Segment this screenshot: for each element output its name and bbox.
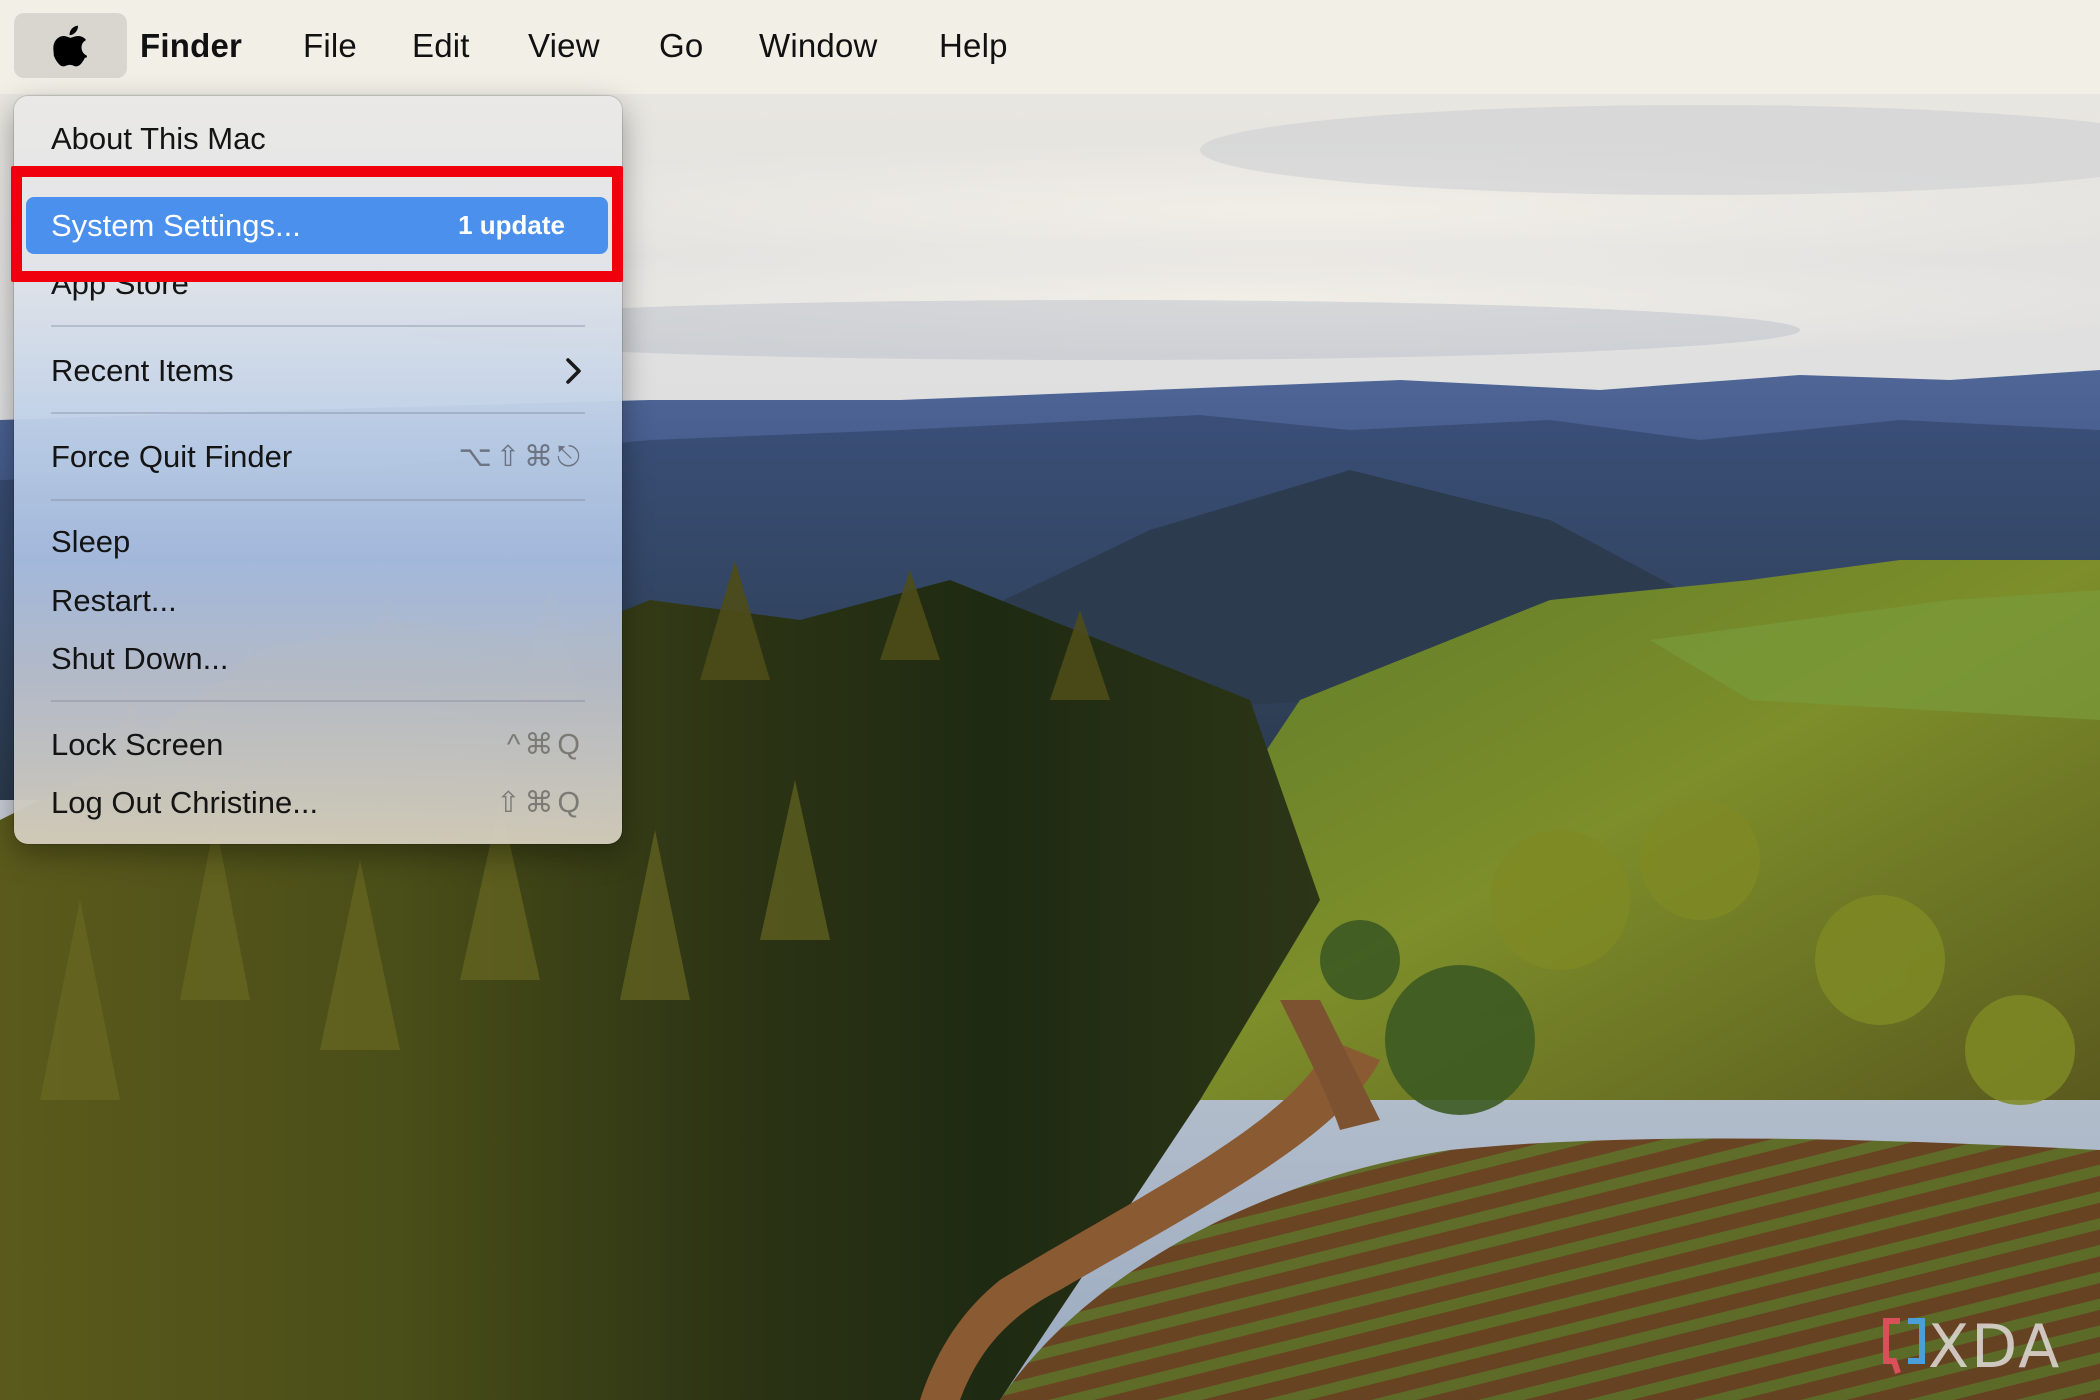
menubar-go[interactable]: Go bbox=[659, 23, 703, 69]
menu-item-shut-down[interactable]: Shut Down... bbox=[51, 634, 584, 684]
menubar-app-finder[interactable]: Finder bbox=[140, 23, 242, 69]
menu-separator bbox=[51, 700, 585, 702]
menu-item-about-this-mac[interactable]: About This Mac bbox=[51, 114, 584, 164]
menu-item-label: Log Out Christine... bbox=[51, 785, 319, 820]
menu-item-recent-items[interactable]: Recent Items bbox=[51, 346, 584, 396]
chevron-right-icon bbox=[566, 358, 581, 384]
menu-item-label: Lock Screen bbox=[51, 727, 224, 762]
menu-item-app-store[interactable]: App Store bbox=[51, 259, 584, 309]
menubar-window[interactable]: Window bbox=[759, 23, 878, 69]
menubar-file[interactable]: File bbox=[303, 23, 357, 69]
apple-menu-dropdown: About This Mac System Settings... 1 upda… bbox=[14, 96, 622, 844]
menu-item-sleep[interactable]: Sleep bbox=[51, 517, 584, 567]
apple-logo-icon bbox=[52, 25, 87, 66]
xda-watermark: XDA bbox=[1880, 1312, 2085, 1382]
menu-item-label: App Store bbox=[51, 266, 189, 301]
menu-item-label: Restart... bbox=[51, 583, 177, 618]
menu-item-lock-screen[interactable]: Lock Screen ^⌘Q bbox=[51, 720, 584, 770]
xda-bracket-logo-icon bbox=[1883, 1318, 1925, 1374]
menubar-view[interactable]: View bbox=[528, 23, 600, 69]
update-badge: 1 update bbox=[458, 210, 565, 240]
menu-bar: Finder File Edit View Go Window Help bbox=[0, 0, 2100, 94]
menu-item-log-out[interactable]: Log Out Christine... ⇧⌘Q bbox=[51, 778, 584, 828]
menu-item-label: Shut Down... bbox=[51, 641, 229, 676]
menubar-help[interactable]: Help bbox=[939, 23, 1008, 69]
menu-item-force-quit-finder[interactable]: Force Quit Finder ⌥⇧⌘⎋ bbox=[51, 432, 584, 482]
menu-item-system-settings[interactable]: System Settings... 1 update bbox=[26, 197, 608, 254]
keyboard-shortcut: ^⌘Q bbox=[506, 729, 584, 761]
apple-menu-button[interactable] bbox=[14, 13, 127, 78]
menu-separator bbox=[51, 325, 585, 327]
menu-item-label: About This Mac bbox=[51, 121, 266, 156]
menu-item-label: Recent Items bbox=[51, 353, 234, 388]
menu-item-label: Force Quit Finder bbox=[51, 439, 293, 474]
keyboard-shortcut: ⌥⇧⌘⎋ bbox=[458, 441, 584, 473]
menu-item-restart[interactable]: Restart... bbox=[51, 576, 584, 626]
menubar-edit[interactable]: Edit bbox=[412, 23, 470, 69]
menu-item-label: System Settings... bbox=[51, 207, 301, 243]
menu-separator bbox=[51, 412, 585, 414]
menu-item-label: Sleep bbox=[51, 524, 131, 559]
watermark-text: XDA bbox=[1928, 1312, 2062, 1382]
keyboard-shortcut: ⇧⌘Q bbox=[496, 787, 584, 819]
menu-separator bbox=[51, 499, 585, 501]
